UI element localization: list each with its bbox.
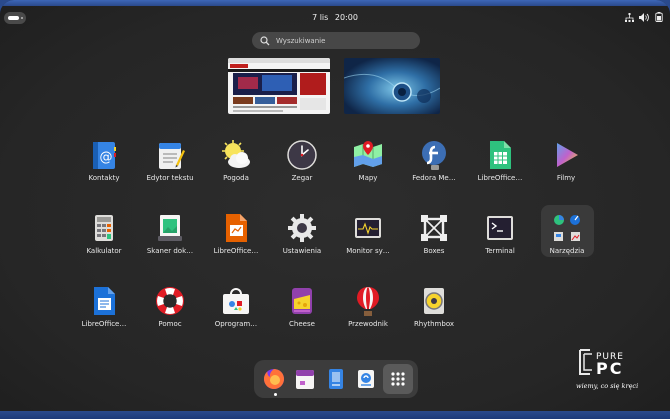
app-boxes[interactable]: Boxes (401, 210, 467, 270)
app-maps[interactable]: Mapy (335, 137, 401, 197)
fedora-icon (422, 141, 446, 170)
app-libreoffice-calc[interactable]: LibreOffice… (467, 137, 533, 197)
app-settings[interactable]: Ustawienia (269, 210, 335, 270)
cheese-icon (292, 288, 312, 314)
rhythmbox-icon (424, 288, 444, 314)
app-label: Narzędzia (549, 247, 585, 255)
app-label: Kontakty (88, 174, 120, 182)
app-libreoffice-writer[interactable]: LibreOffice… (71, 283, 137, 343)
software-icon[interactable] (354, 367, 378, 391)
workspace-thumbnail-2[interactable] (344, 58, 440, 114)
app-label: Rhythmbox (413, 320, 455, 328)
app-label: Mapy (358, 174, 378, 182)
software-icon (223, 288, 249, 314)
help-icon (156, 287, 184, 315)
app-label: Ustawienia (282, 247, 322, 255)
app-videos[interactable]: Filmy (533, 137, 599, 197)
app-text-editor[interactable]: Edytor tekstu (137, 137, 203, 197)
app-system-monitor[interactable]: Monitor sy… (335, 210, 401, 270)
app-label: Boxes (423, 247, 445, 255)
app-label: LibreOffice… (477, 174, 523, 182)
app-label: Oprogram… (214, 320, 258, 328)
terminal-icon (487, 216, 513, 240)
app-label: Fedora Me… (412, 174, 456, 182)
boxes-icon (421, 215, 447, 241)
watermark-brand-bottom: PC (596, 359, 623, 378)
date-label: 7 lis (312, 13, 329, 22)
search-icon (260, 35, 270, 46)
app-tour[interactable]: Przewodnik (335, 283, 401, 343)
top-bar: 7 lis 20:00 (0, 9, 670, 29)
maps-icon (354, 141, 382, 167)
clock-icon (287, 140, 317, 170)
app-weather[interactable]: Pogoda (203, 137, 269, 197)
app-label: Edytor tekstu (146, 174, 194, 182)
clock[interactable]: 7 lis 20:00 (0, 13, 670, 22)
network-icon (624, 12, 634, 22)
contacts-icon: @ (93, 142, 116, 169)
app-label: Przewodnik (348, 320, 388, 328)
search-input[interactable]: Wyszukiwanie (252, 32, 420, 49)
calculator-icon (95, 215, 113, 241)
watermark-tagline: wiemy, co się kręci (576, 382, 638, 390)
battery-icon (654, 12, 664, 22)
app-contacts[interactable]: @ Kontakty (71, 137, 137, 197)
app-label: LibreOffice… (213, 247, 259, 255)
purepc-watermark: PURE PC wiemy, co się kręci (560, 346, 670, 396)
folder-utilities[interactable]: Narzędzia (534, 210, 600, 270)
app-help[interactable]: Pomoc (137, 283, 203, 343)
app-calculator[interactable]: Kalkulator (71, 210, 137, 270)
app-document-scanner[interactable]: Skaner dok… (137, 210, 203, 270)
app-label: Terminal (485, 247, 515, 255)
documents-icon[interactable] (324, 367, 348, 391)
calendar-icon[interactable] (293, 367, 317, 391)
app-terminal[interactable]: Terminal (467, 210, 533, 270)
text-editor-icon (159, 143, 185, 169)
settings-icon (288, 214, 316, 242)
system-monitor-icon (355, 218, 381, 238)
app-software[interactable]: Oprogram… (203, 283, 269, 343)
app-label: Cheese (289, 320, 315, 328)
scanner-icon (158, 215, 182, 241)
dash (254, 360, 418, 398)
tour-icon (357, 287, 379, 316)
app-fedora-media-writer[interactable]: Fedora Me… (401, 137, 467, 197)
firefox-icon[interactable] (262, 367, 286, 391)
app-label: LibreOffice… (81, 320, 127, 328)
weather-icon (222, 140, 250, 168)
time-label: 20:00 (334, 13, 358, 22)
app-label: Pogoda (223, 174, 249, 182)
show-apps-button[interactable] (383, 364, 413, 394)
libreoffice-writer-icon (94, 287, 115, 315)
libreoffice-impress-icon (226, 214, 247, 242)
app-clock[interactable]: Zegar (269, 137, 335, 197)
app-rhythmbox[interactable]: Rhythmbox (401, 283, 467, 343)
utilities-folder-icon (554, 215, 580, 241)
videos-icon (557, 143, 578, 167)
app-grid-icon (391, 372, 405, 386)
app-label: Monitor sy… (346, 247, 390, 255)
overview: 7 lis 20:00 Wyszukiwanie @ Kontakty Edyt… (0, 0, 670, 419)
app-label: Kalkulator (86, 247, 122, 255)
app-libreoffice-impress[interactable]: LibreOffice… (203, 210, 269, 270)
app-label: Skaner dok… (146, 247, 194, 255)
desktop-edge (0, 0, 670, 6)
svg-text:@: @ (100, 150, 113, 165)
libreoffice-calc-icon (490, 141, 511, 169)
system-tray[interactable] (624, 12, 664, 22)
app-label: Filmy (556, 174, 576, 182)
app-label: Pomoc (158, 320, 182, 328)
workspace-thumbnail-1[interactable] (228, 58, 330, 114)
volume-icon (639, 12, 649, 22)
desktop-edge-bottom (0, 411, 670, 419)
search-placeholder: Wyszukiwanie (276, 36, 326, 45)
app-label: Zegar (291, 174, 313, 182)
app-cheese[interactable]: Cheese (269, 283, 335, 343)
running-indicator (274, 393, 277, 396)
